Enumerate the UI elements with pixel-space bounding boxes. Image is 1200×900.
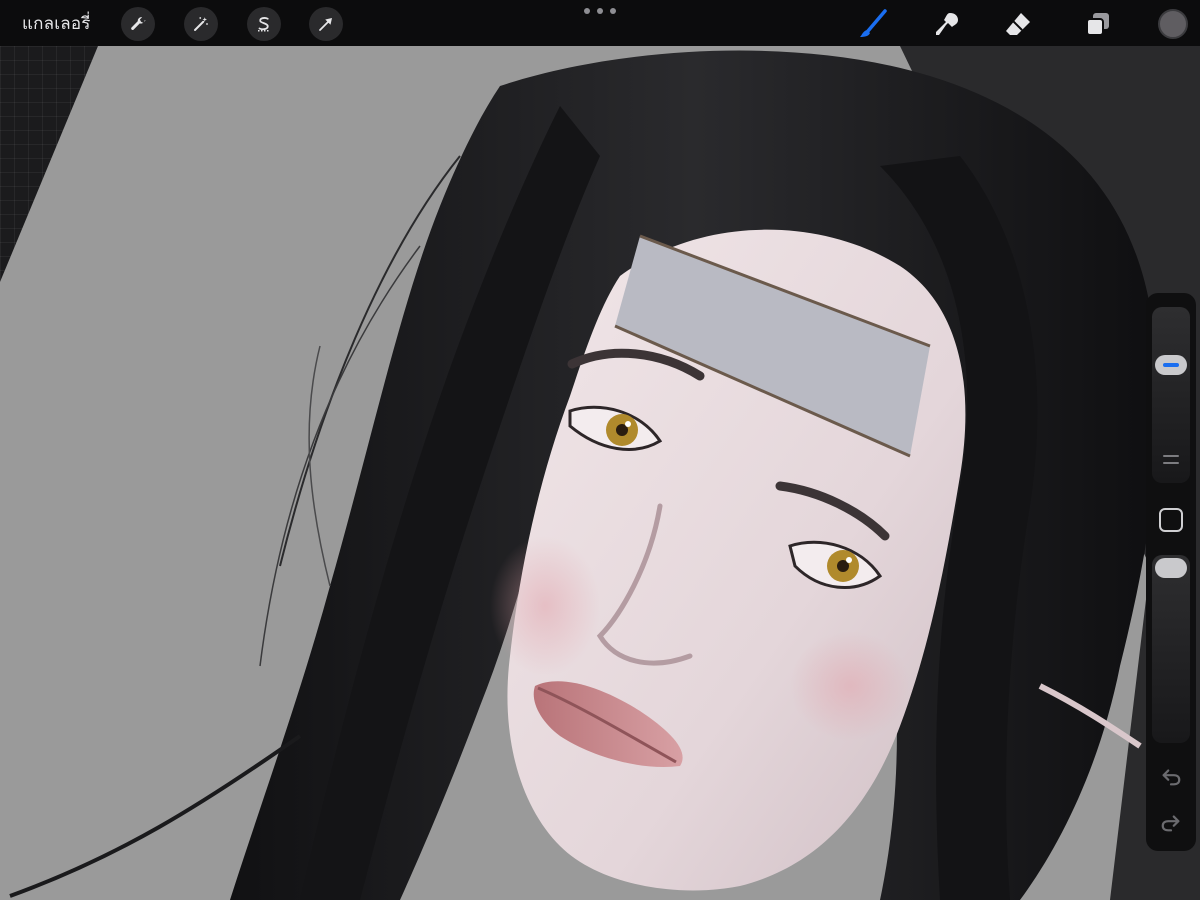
slider-tick — [1163, 462, 1179, 464]
brush-size-thumb[interactable] — [1155, 355, 1187, 375]
dot-icon — [584, 8, 590, 14]
brush-icon — [860, 9, 887, 37]
more-options-button[interactable] — [584, 4, 616, 18]
brush-sidebar — [1146, 293, 1196, 851]
slider-tick — [1163, 455, 1179, 457]
blush-left — [490, 536, 600, 676]
top-toolbar: แกลเลอรี่ — [0, 0, 1200, 46]
brush-opacity-thumb[interactable] — [1155, 558, 1187, 578]
eyedropper-modify-button[interactable] — [1159, 508, 1183, 532]
redo-icon — [1161, 815, 1180, 832]
brush-size-slider[interactable] — [1152, 307, 1190, 483]
redo-button[interactable] — [1159, 811, 1183, 835]
canvas-workspace[interactable] — [0, 46, 1200, 900]
eraser-tool-button[interactable] — [1000, 6, 1036, 42]
procreate-app: แกลเลอรี่ — [0, 0, 1200, 900]
eye-right-highlight — [846, 557, 852, 563]
gallery-button[interactable]: แกลเลอรี่ — [22, 10, 91, 37]
undo-button[interactable] — [1159, 765, 1183, 789]
brush-opacity-slider[interactable] — [1152, 555, 1190, 743]
layers-button[interactable] — [1080, 6, 1116, 42]
smudge-tool-button[interactable] — [929, 6, 965, 42]
transform-button[interactable] — [309, 7, 343, 41]
artwork-canvas[interactable] — [0, 46, 1200, 900]
magic-wand-icon — [194, 17, 208, 31]
brush-tool-button[interactable] — [855, 6, 891, 42]
eraser-icon — [1006, 13, 1030, 35]
arrow-cursor-icon — [319, 18, 332, 31]
wrench-icon — [131, 17, 146, 30]
smudge-icon — [936, 13, 958, 35]
dot-icon — [597, 8, 603, 14]
adjustments-button[interactable] — [184, 7, 218, 41]
selection-button[interactable] — [247, 7, 281, 41]
actions-button[interactable] — [121, 7, 155, 41]
brush-size-indicator — [1163, 363, 1179, 367]
dot-icon — [610, 8, 616, 14]
layers-icon — [1086, 13, 1109, 36]
color-picker-button[interactable] — [1158, 9, 1188, 39]
undo-icon — [1162, 769, 1181, 786]
eye-left-highlight — [625, 421, 631, 427]
blush-right — [790, 631, 910, 741]
selection-s-icon — [258, 17, 270, 32]
